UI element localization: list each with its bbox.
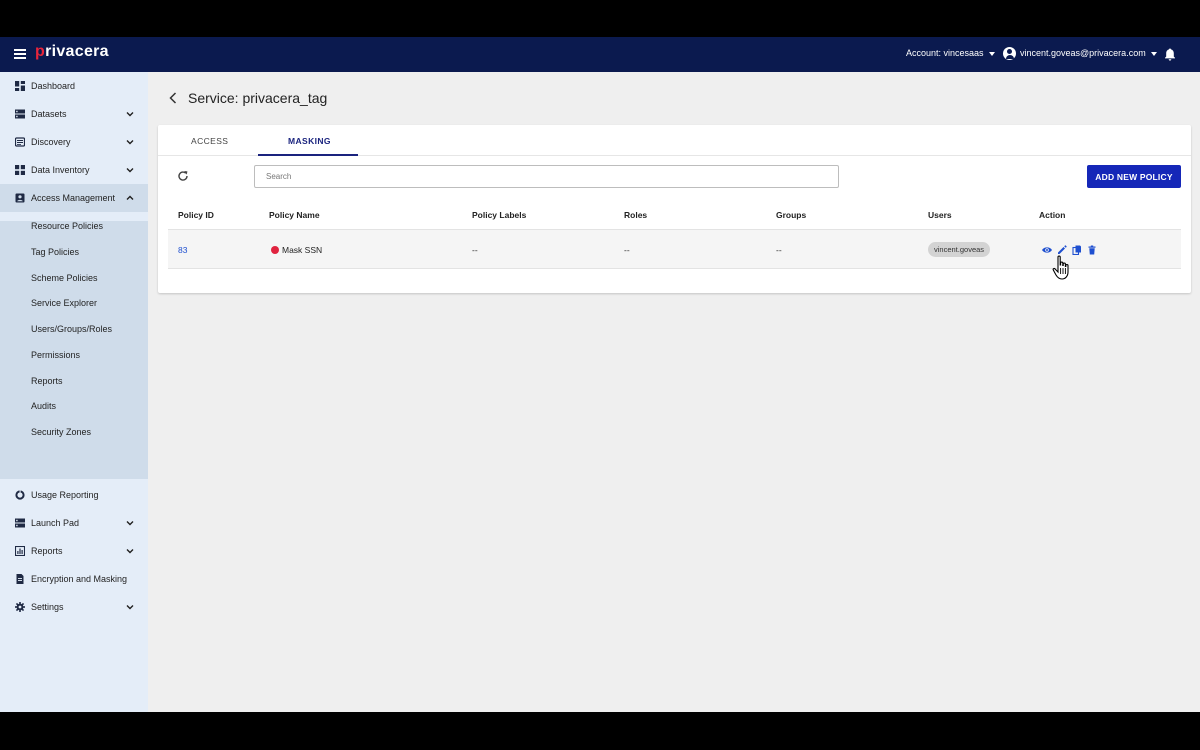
policy-labels-cell: -- [472, 245, 478, 255]
app-window: privacera Account: vincesaas vincent.gov… [0, 37, 1200, 712]
sidebar-subitem-scheme-policies[interactable]: Scheme Policies [31, 273, 98, 283]
account-circle-icon [1003, 47, 1016, 60]
refresh-icon[interactable] [177, 170, 189, 182]
sidebar-item-launch-pad[interactable]: Launch Pad [0, 509, 148, 537]
user-menu[interactable]: vincent.goveas@privacera.com [1003, 47, 1157, 60]
search-input[interactable] [254, 165, 839, 188]
tab-access[interactable]: ACCESS [191, 136, 228, 146]
sidebar-item-label: Access Management [31, 193, 116, 203]
user-chip: vincent.goveas [928, 242, 991, 257]
page-title: Service: privacera_tag [188, 90, 328, 106]
inventory-icon [15, 165, 25, 175]
account-selector[interactable]: Account: vincesaas [906, 48, 995, 58]
sidebar-item-discovery[interactable]: Discovery [0, 128, 148, 156]
bell-icon[interactable] [1164, 48, 1176, 61]
chevron-down-icon [126, 605, 134, 610]
sidebar: Dashboard Datasets Discovery Data Invent… [0, 72, 148, 712]
sidebar-item-access-management[interactable]: Access Management [0, 184, 148, 212]
chevron-down-icon [126, 521, 134, 526]
sidebar-item-settings[interactable]: Settings [0, 593, 148, 621]
sidebar-subitem-users-groups-roles[interactable]: Users/Groups/Roles [31, 324, 112, 334]
storage-icon [15, 109, 25, 119]
top-bar: privacera Account: vincesaas vincent.gov… [0, 37, 1200, 72]
column-header-policy-name[interactable]: Policy Name [269, 210, 320, 220]
sidebar-subitem-security-zones[interactable]: Security Zones [31, 427, 91, 437]
chevron-up-icon [126, 195, 134, 200]
sidebar-item-label: Usage Reporting [31, 490, 99, 500]
sidebar-subitem-tag-policies[interactable]: Tag Policies [31, 247, 79, 257]
video-frame: privacera Account: vincesaas vincent.gov… [0, 0, 1200, 750]
sidebar-item-label: Reports [31, 546, 63, 556]
policy-name: Mask SSN [282, 245, 323, 255]
badge-icon [15, 193, 25, 203]
sidebar-item-label: Launch Pad [31, 518, 80, 528]
column-header-groups[interactable]: Groups [776, 210, 806, 220]
roles-cell: -- [624, 245, 630, 255]
sidebar-subitem-reports[interactable]: Reports [31, 376, 63, 386]
sidebar-subitem-permissions[interactable]: Permissions [31, 350, 80, 360]
sidebar-item-label: Encryption and Masking [31, 574, 128, 584]
column-header-policy-labels[interactable]: Policy Labels [472, 210, 526, 220]
sidebar-item-label: Datasets [31, 109, 67, 119]
tab-bar: ACCESS MASKING [158, 125, 1191, 156]
column-header-users[interactable]: Users [928, 210, 952, 220]
discovery-icon [15, 137, 25, 147]
account-label: Account: vincesaas [906, 48, 984, 58]
pencil-icon[interactable] [1057, 245, 1067, 255]
eye-icon[interactable] [1042, 245, 1052, 255]
chevron-left-icon[interactable] [168, 92, 178, 104]
chevron-down-icon [126, 168, 134, 173]
policy-id-link[interactable]: 83 [178, 245, 187, 255]
hand-cursor-icon [1052, 255, 1069, 280]
access-management-submenu: Resource Policies Tag Policies Scheme Po… [0, 221, 148, 479]
user-email: vincent.goveas@privacera.com [1020, 48, 1146, 58]
gear-icon [15, 602, 25, 612]
menu-icon[interactable] [14, 49, 26, 59]
chevron-down-icon [126, 112, 134, 117]
status-dot [271, 246, 279, 254]
tab-masking[interactable]: MASKING [288, 136, 331, 146]
sidebar-subitem-service-explorer[interactable]: Service Explorer [31, 298, 97, 308]
copy-icon[interactable] [1072, 245, 1082, 255]
add-new-policy-button[interactable]: ADD NEW POLICY [1087, 165, 1181, 188]
caret-down-icon [1150, 51, 1157, 56]
table-row: 83 Mask SSN -- -- -- vincent.goveas [168, 229, 1181, 269]
active-tab-indicator [258, 154, 358, 156]
sidebar-item-data-inventory[interactable]: Data Inventory [0, 156, 148, 184]
document-icon [16, 574, 24, 584]
sidebar-item-usage-reporting[interactable]: Usage Reporting [0, 481, 148, 509]
column-header-policy-id[interactable]: Policy ID [178, 210, 214, 220]
policy-name-cell: Mask SSN [271, 245, 322, 255]
policies-card: ACCESS MASKING ADD NEW POLICY Policy ID … [158, 125, 1191, 293]
sidebar-item-label: Data Inventory [31, 165, 90, 175]
trash-icon[interactable] [1087, 245, 1097, 255]
sidebar-item-label: Settings [31, 602, 64, 612]
sidebar-item-encryption-and-masking[interactable]: Encryption and Masking [0, 565, 148, 593]
donut-chart-icon [15, 490, 25, 500]
column-header-roles[interactable]: Roles [624, 210, 647, 220]
chevron-down-icon [126, 549, 134, 554]
sidebar-item-label: Discovery [31, 137, 71, 147]
chevron-down-icon [126, 140, 134, 145]
groups-cell: -- [776, 245, 782, 255]
storage-icon [15, 518, 25, 528]
sidebar-item-label: Dashboard [31, 81, 76, 91]
sidebar-item-dashboard[interactable]: Dashboard [0, 72, 148, 100]
column-header-action: Action [1039, 210, 1066, 220]
caret-down-icon [988, 51, 995, 56]
sidebar-subitem-audits[interactable]: Audits [31, 401, 56, 411]
sidebar-item-reports[interactable]: Reports [0, 537, 148, 565]
logo: privacera [35, 43, 109, 60]
sidebar-subitem-resource-policies[interactable]: Resource Policies [31, 221, 103, 231]
bar-chart-icon [15, 546, 25, 556]
dashboard-icon [15, 81, 25, 91]
sidebar-item-datasets[interactable]: Datasets [0, 100, 148, 128]
